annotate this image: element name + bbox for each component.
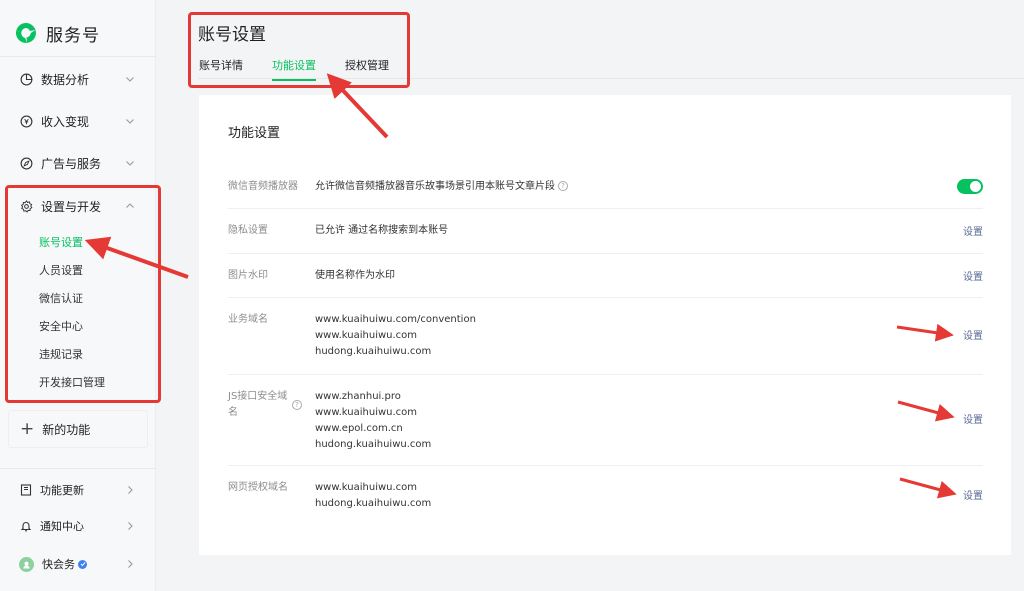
sidebar-item-label: 数据分析 bbox=[41, 72, 90, 87]
sidebar-item-notifications[interactable]: 通知中心 bbox=[0, 511, 156, 541]
page-header: 账号设置 账号详情 功能设置 授权管理 bbox=[156, 0, 1024, 81]
sidebar-item-label: 通知中心 bbox=[40, 520, 84, 533]
sidebar-item-feature-updates[interactable]: 功能更新 bbox=[0, 475, 156, 505]
business-domain-settings-link[interactable]: 设置 bbox=[963, 327, 983, 342]
chevron-right-icon bbox=[128, 522, 133, 530]
help-icon[interactable]: ? bbox=[292, 400, 302, 410]
domain-item: www.kuaihuiwu.com bbox=[315, 407, 418, 418]
domain-item: hudong.kuaihuiwu.com bbox=[315, 346, 432, 357]
sidebar-item-revenue[interactable]: 收入变现 bbox=[0, 101, 156, 141]
domain-list: www.zhanhui.pro www.kuaihuiwu.com www.ep… bbox=[315, 389, 431, 453]
js-domain-settings-link[interactable]: 设置 bbox=[963, 411, 983, 426]
tab-feature-settings[interactable]: 功能设置 bbox=[272, 57, 316, 81]
chart-icon bbox=[19, 72, 33, 86]
sidebar-item-account-profile[interactable]: 快会务 bbox=[0, 549, 156, 579]
tab-authorization[interactable]: 授权管理 bbox=[345, 57, 389, 77]
sidebar-sub-security-center[interactable]: 安全中心 bbox=[39, 317, 83, 337]
chevron-right-icon bbox=[128, 486, 133, 494]
domain-item: www.kuaihuiwu.com bbox=[315, 330, 418, 341]
web-auth-domain-settings-link[interactable]: 设置 bbox=[963, 487, 983, 502]
sidebar-item-settings-dev[interactable]: 设置与开发 bbox=[0, 186, 156, 226]
setting-value: 允许微信音频播放器音乐故事场景引用本账号文章片段? bbox=[315, 179, 568, 195]
sidebar-sub-account-settings[interactable]: 账号设置 bbox=[39, 233, 83, 253]
setting-row-business-domains: 业务域名 www.kuaihuiwu.com/convention www.ku… bbox=[228, 298, 983, 375]
chevron-up-icon bbox=[126, 203, 134, 208]
sidebar-item-label: 收入变现 bbox=[41, 114, 90, 129]
book-icon bbox=[19, 484, 32, 497]
verified-icon bbox=[78, 559, 87, 569]
sidebar-sub-violation-records[interactable]: 违规记录 bbox=[39, 345, 83, 365]
chevron-down-icon bbox=[126, 161, 134, 166]
watermark-settings-link[interactable]: 设置 bbox=[963, 268, 983, 283]
sidebar-item-data-analysis[interactable]: 数据分析 bbox=[0, 59, 156, 99]
chevron-down-icon bbox=[126, 77, 134, 82]
setting-value: 已允许 通过名称搜索到本账号 bbox=[315, 225, 449, 236]
setting-label-line: 名 bbox=[228, 407, 238, 418]
setting-row-privacy: 隐私设置 已允许 通过名称搜索到本账号 设置 bbox=[228, 209, 983, 254]
settings-card: 功能设置 微信音频播放器 允许微信音频播放器音乐故事场景引用本账号文章片段? 隐… bbox=[199, 95, 1011, 555]
setting-row-audio-player: 微信音频播放器 允许微信音频播放器音乐故事场景引用本账号文章片段? bbox=[228, 169, 983, 209]
sidebar-item-ads-services[interactable]: 广告与服务 bbox=[0, 143, 156, 183]
sidebar: 服务号 数据分析 收入变现 广告与服务 设置与开发 账号设置 人员设置 微信认证… bbox=[0, 0, 156, 591]
privacy-settings-link[interactable]: 设置 bbox=[963, 223, 983, 238]
divider bbox=[198, 78, 1024, 79]
bell-icon bbox=[19, 520, 32, 533]
domain-item: www.epol.com.cn bbox=[315, 423, 403, 434]
setting-label: JS接口安全域 名 bbox=[228, 389, 287, 421]
setting-label: 业务域名 bbox=[228, 314, 268, 325]
audio-player-toggle[interactable] bbox=[957, 179, 983, 194]
brand[interactable]: 服务号 bbox=[14, 20, 100, 46]
sidebar-sub-dev-interface[interactable]: 开发接口管理 bbox=[39, 373, 105, 393]
section-title: 功能设置 bbox=[228, 126, 281, 141]
gear-icon bbox=[19, 199, 33, 213]
domain-item: www.kuaihuiwu.com bbox=[315, 482, 418, 493]
setting-label-line: JS接口安全域 bbox=[228, 391, 288, 402]
domain-list: www.kuaihuiwu.com/convention www.kuaihui… bbox=[315, 312, 476, 360]
setting-label: 网页授权域名 bbox=[228, 482, 288, 493]
sidebar-sub-wechat-verification[interactable]: 微信认证 bbox=[39, 289, 83, 309]
setting-label: 隐私设置 bbox=[228, 225, 268, 236]
logo-icon bbox=[15, 22, 36, 43]
plus-icon: + bbox=[20, 418, 35, 439]
domain-item: www.kuaihuiwu.com/convention bbox=[315, 314, 476, 325]
setting-label: 微信音频播放器 bbox=[228, 181, 298, 192]
setting-value-text: 允许微信音频播放器音乐故事场景引用本账号文章片段 bbox=[315, 181, 555, 192]
divider bbox=[0, 468, 156, 469]
domain-item: hudong.kuaihuiwu.com bbox=[315, 439, 432, 450]
coin-icon bbox=[19, 114, 33, 128]
sidebar-sub-staff-settings[interactable]: 人员设置 bbox=[39, 261, 83, 281]
avatar bbox=[19, 556, 34, 572]
sidebar-item-label: 快会务 bbox=[42, 558, 75, 571]
help-icon[interactable]: ? bbox=[558, 181, 568, 191]
new-feature-label: 新的功能 bbox=[42, 422, 91, 437]
toggle-knob bbox=[970, 181, 981, 192]
sidebar-item-label: 功能更新 bbox=[40, 484, 84, 497]
setting-row-watermark: 图片水印 使用名称作为水印 设置 bbox=[228, 254, 983, 298]
chevron-right-icon bbox=[128, 560, 133, 568]
compass-icon bbox=[19, 156, 33, 170]
setting-row-web-auth-domains: 网页授权域名 www.kuaihuiwu.com hudong.kuaihuiw… bbox=[228, 466, 983, 526]
sidebar-item-label: 设置与开发 bbox=[41, 199, 102, 214]
page-title: 账号设置 bbox=[198, 25, 266, 45]
domain-item: www.zhanhui.pro bbox=[315, 391, 401, 402]
chevron-down-icon bbox=[126, 119, 134, 124]
setting-row-js-domains: JS接口安全域 名 ? www.zhanhui.pro www.kuaihuiw… bbox=[228, 375, 983, 466]
divider bbox=[0, 56, 156, 57]
domain-list: www.kuaihuiwu.com hudong.kuaihuiwu.com bbox=[315, 480, 431, 512]
domain-item: hudong.kuaihuiwu.com bbox=[315, 498, 432, 509]
new-feature-button[interactable]: + 新的功能 bbox=[8, 410, 148, 448]
setting-value: 使用名称作为水印 bbox=[315, 270, 395, 281]
tab-account-details[interactable]: 账号详情 bbox=[199, 57, 243, 77]
setting-label: 图片水印 bbox=[228, 270, 268, 281]
sidebar-item-label: 广告与服务 bbox=[41, 156, 102, 171]
brand-name: 服务号 bbox=[46, 25, 100, 46]
